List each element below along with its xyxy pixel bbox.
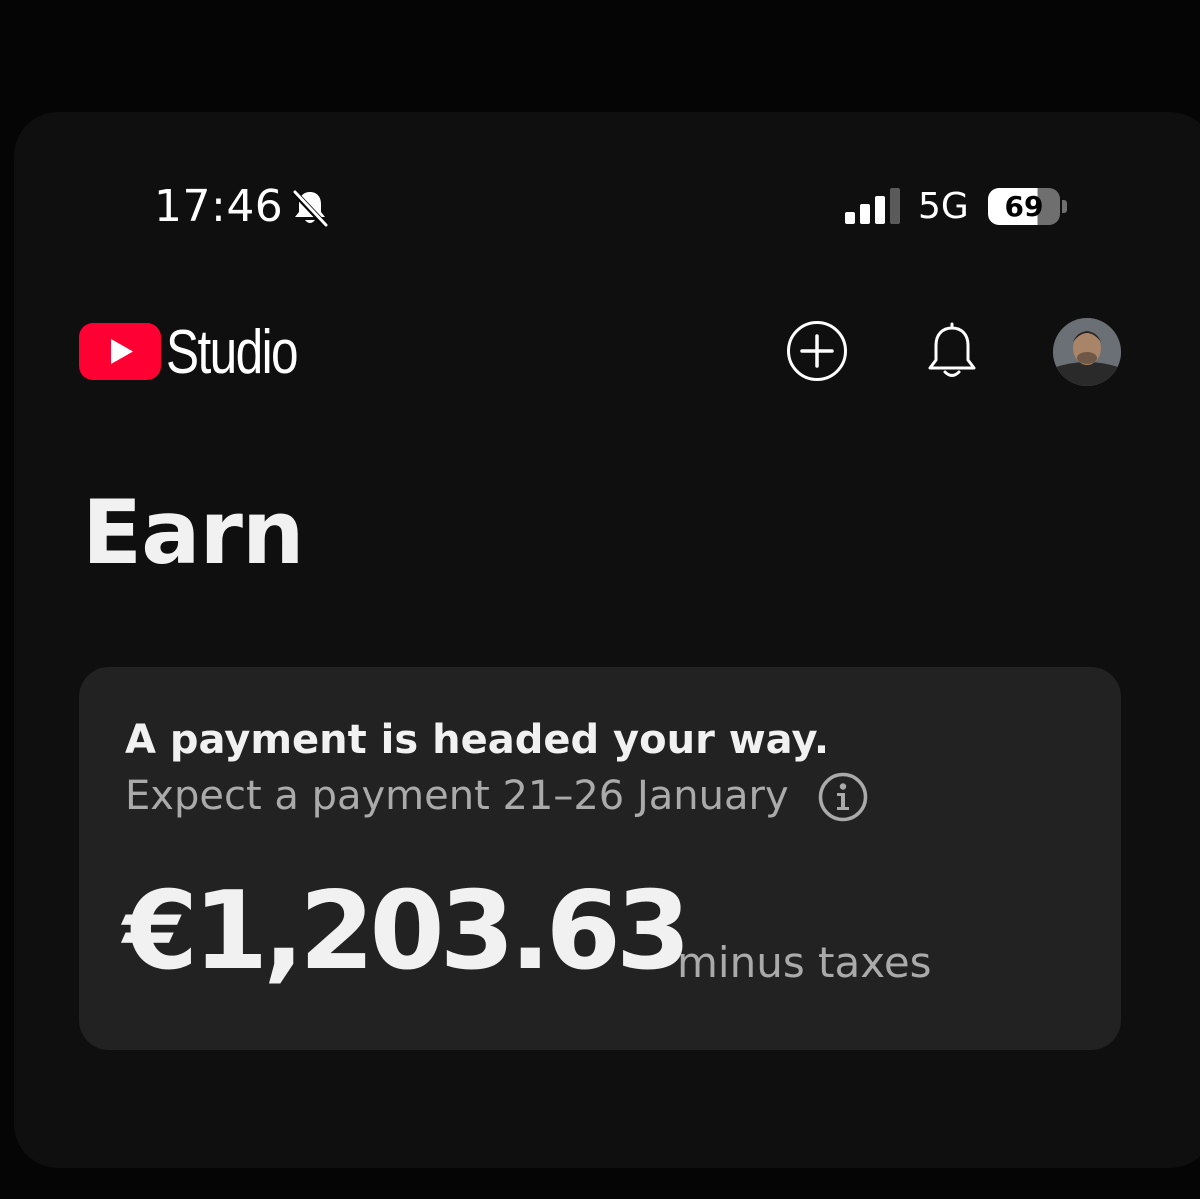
payment-date-text: Expect a payment 21–26 January <box>125 773 789 819</box>
create-button[interactable] <box>785 319 849 383</box>
avatar-photo <box>1053 318 1121 386</box>
avatar[interactable] <box>1053 318 1121 386</box>
notifications-button[interactable] <box>920 318 984 384</box>
battery-nub <box>1062 200 1067 213</box>
payment-heading: A payment is headed your way. <box>125 717 830 763</box>
bell-muted-icon <box>291 189 329 229</box>
create-plus-icon <box>787 321 847 381</box>
app-name: Studio <box>166 318 299 387</box>
payment-amount: €1,203.63 <box>123 869 691 994</box>
notification-bell-icon <box>928 322 976 377</box>
signal-icon <box>845 188 900 224</box>
page-title: Earn <box>82 481 305 584</box>
screenshot-frame: 17:46 5G 69 Studio Earn A payment is hea… <box>0 0 1200 1199</box>
amount-note: minus taxes <box>677 938 932 987</box>
payment-card[interactable]: A payment is headed your way. Expect a p… <box>79 667 1121 1050</box>
info-icon[interactable] <box>817 771 869 823</box>
network-type: 5G <box>918 186 969 227</box>
battery-icon: 69 <box>988 188 1060 225</box>
status-time: 17:46 <box>154 181 284 232</box>
youtube-logo-icon <box>79 323 161 380</box>
